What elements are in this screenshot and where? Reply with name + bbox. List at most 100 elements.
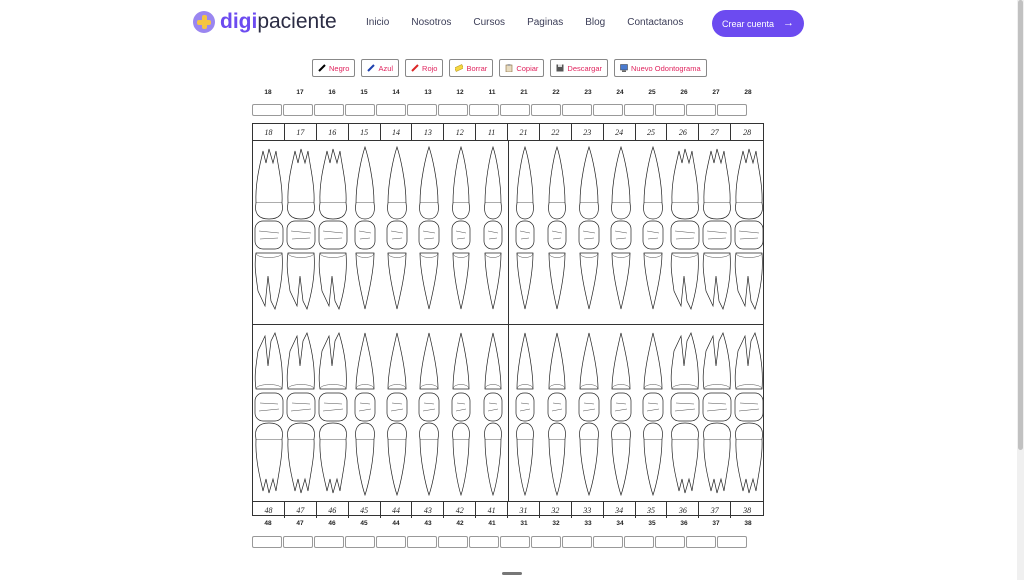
tooth-35[interactable] [642, 332, 664, 497]
tooth-note-input-44[interactable] [376, 536, 406, 548]
toolbar-button-borrar[interactable]: Borrar [449, 59, 494, 77]
tooth-note-input-14[interactable] [376, 104, 406, 116]
tooth-note-input-41[interactable] [469, 536, 499, 548]
tooth-44[interactable] [386, 332, 408, 497]
nav-paginas[interactable]: Paginas [527, 17, 563, 28]
tooth-note-input-26[interactable] [655, 104, 685, 116]
tooth-42[interactable] [451, 332, 471, 497]
tooth-label-47: 47 [285, 502, 317, 518]
tooth-41[interactable] [483, 332, 503, 497]
tooth-21[interactable] [515, 145, 535, 310]
tooth-number-18: 18 [264, 89, 272, 96]
tooth-16[interactable] [318, 148, 348, 310]
tooth-note-input-27[interactable] [686, 104, 716, 116]
tooth-note-input-31[interactable] [500, 536, 530, 548]
nav-cursos[interactable]: Cursos [473, 17, 505, 28]
tooth-note-input-48[interactable] [252, 536, 282, 548]
tooth-43[interactable] [418, 332, 440, 497]
tooth-note-input-47[interactable] [283, 536, 313, 548]
tooth-12[interactable] [451, 145, 471, 310]
tooth-number-13: 13 [424, 89, 432, 96]
tooth-36[interactable] [670, 332, 700, 494]
floppy-disk-icon [556, 64, 564, 72]
tooth-label-16: 16 [317, 124, 349, 140]
tooth-label-36: 36 [667, 502, 700, 518]
tooth-48[interactable] [254, 332, 284, 494]
nav-contactanos[interactable]: Contactanos [627, 17, 683, 28]
nav-blog[interactable]: Blog [585, 17, 605, 28]
tooth-note-input-46[interactable] [314, 536, 344, 548]
tooth-14[interactable] [386, 145, 408, 310]
tooth-label-38: 38 [743, 505, 752, 515]
tooth-label-27: 27 [699, 124, 732, 140]
tooth-25[interactable] [642, 145, 664, 310]
tooth-17[interactable] [286, 148, 316, 310]
tooth-34[interactable] [610, 332, 632, 497]
logo[interactable]: digipaciente [193, 9, 337, 35]
tooth-15[interactable] [354, 145, 376, 310]
toolbar-button-negro[interactable]: Negro [312, 59, 356, 77]
toolbar-button-copiar[interactable]: Copiar [499, 59, 545, 77]
tooth-note-input-11[interactable] [469, 104, 499, 116]
tooth-18[interactable] [254, 148, 284, 310]
tooth-note-input-16[interactable] [314, 104, 344, 116]
tooth-13[interactable] [418, 145, 440, 310]
tooth-note-input-25[interactable] [624, 104, 654, 116]
toolbar-button-descargar[interactable]: Descargar [550, 59, 609, 77]
tooth-33[interactable] [578, 332, 600, 497]
tooth-note-input-17[interactable] [283, 104, 313, 116]
tooth-28[interactable] [734, 148, 763, 310]
tooth-note-input-36[interactable] [655, 536, 685, 548]
tooth-note-input-37[interactable] [686, 536, 716, 548]
computer-icon [620, 64, 628, 72]
nav-inicio[interactable]: Inicio [366, 17, 389, 28]
tooth-11[interactable] [483, 145, 503, 310]
tooth-31[interactable] [515, 332, 535, 497]
tooth-label-17: 17 [285, 124, 317, 140]
create-account-button[interactable]: Crear cuenta → [712, 10, 804, 37]
vertical-scrollbar[interactable] [1017, 0, 1024, 580]
tooth-note-input-24[interactable] [593, 104, 623, 116]
tooth-24[interactable] [610, 145, 632, 310]
tooth-45[interactable] [354, 332, 376, 497]
nav-nosotros[interactable]: Nosotros [411, 17, 451, 28]
tooth-38[interactable] [734, 332, 763, 494]
tooth-22[interactable] [547, 145, 567, 310]
tooth-27[interactable] [702, 148, 732, 310]
tooth-label-14: 14 [381, 124, 413, 140]
tooth-note-input-28[interactable] [717, 104, 747, 116]
toolbar-button-rojo[interactable]: Rojo [405, 59, 444, 77]
tooth-note-input-12[interactable] [438, 104, 468, 116]
tooth-number-38: 38 [744, 520, 752, 527]
toolbar-button-azul[interactable]: Azul [361, 59, 400, 77]
tooth-note-input-23[interactable] [562, 104, 592, 116]
tooth-note-input-34[interactable] [593, 536, 623, 548]
tooth-note-input-32[interactable] [531, 536, 561, 548]
tooth-note-input-35[interactable] [624, 536, 654, 548]
tooth-note-input-45[interactable] [345, 536, 375, 548]
logo-cross-icon [193, 11, 215, 33]
tooth-label-48: 48 [253, 502, 285, 518]
tooth-note-input-15[interactable] [345, 104, 375, 116]
tooth-note-input-22[interactable] [531, 104, 561, 116]
tooth-note-input-21[interactable] [500, 104, 530, 116]
scrollbar-thumb[interactable] [1018, 0, 1023, 450]
tooth-23[interactable] [578, 145, 600, 310]
tooth-note-input-43[interactable] [407, 536, 437, 548]
lower-tooth-numbers: 48 47 46 45 44 43 42 41 31 32 33 34 35 36 37 38 [252, 520, 764, 527]
tooth-note-input-42[interactable] [438, 536, 468, 548]
tooth-number-46: 46 [328, 520, 336, 527]
toolbar-button-nuevo-odontograma[interactable]: Nuevo Odontograma [614, 59, 707, 77]
tooth-26[interactable] [670, 148, 700, 310]
tooth-note-input-33[interactable] [562, 536, 592, 548]
tooth-note-input-38[interactable] [717, 536, 747, 548]
tooth-32[interactable] [547, 332, 567, 497]
upper-tooth-notes [252, 104, 748, 116]
tooth-47[interactable] [286, 332, 316, 494]
tooth-note-input-13[interactable] [407, 104, 437, 116]
tooth-37[interactable] [702, 332, 732, 494]
tooth-46[interactable] [318, 332, 348, 494]
pencil-icon [318, 64, 326, 72]
bottom-drag-handle[interactable] [502, 572, 522, 575]
tooth-note-input-18[interactable] [252, 104, 282, 116]
